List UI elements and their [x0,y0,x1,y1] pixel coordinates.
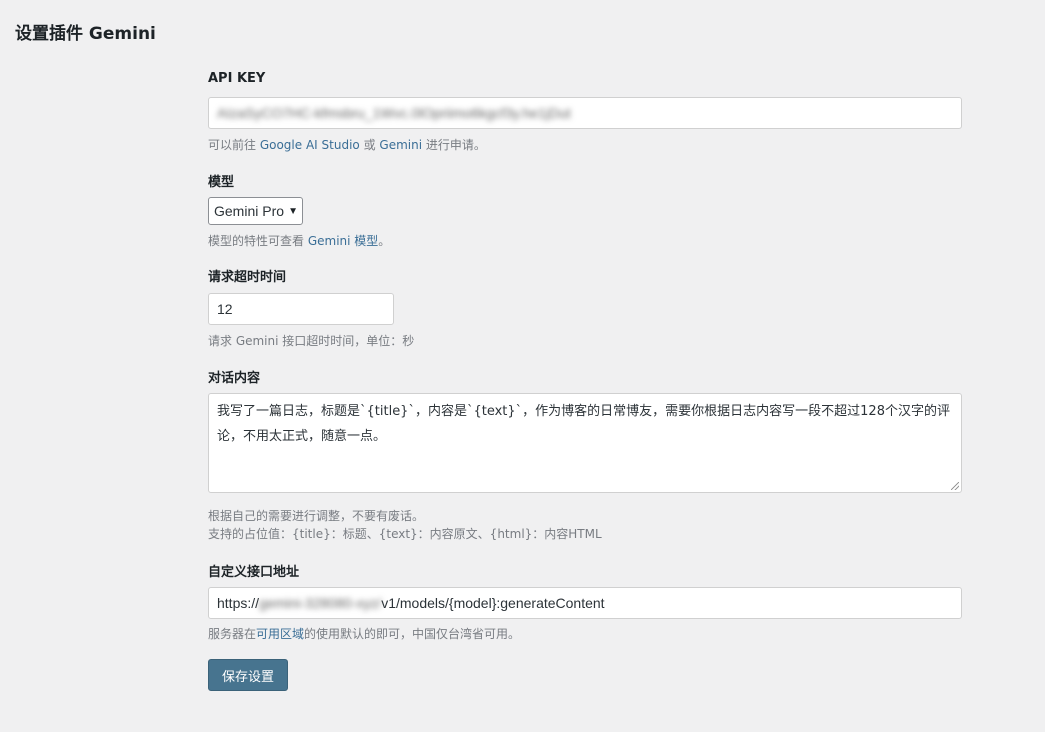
api-key-label: API KEY [208,71,266,86]
api-key-value: AIzaSyCO7HC-kfmsbru_1Wvc.0lOpriimo6kgcf3… [217,105,571,121]
timeout-description: 请求 Gemini 接口超时时间，单位：秒 [208,334,415,348]
gemini-link[interactable]: Gemini [379,138,422,152]
prompt-placeholders-description: 支持的占位值：{title}：标题、{text}：内容原文、{html}：内容H… [208,527,602,541]
model-select[interactable]: Gemini Pro ▼ [208,197,303,225]
timeout-input[interactable]: 12 [208,293,394,325]
prompt-description: 根据自己的需要进行调整，不要有废话。 [208,509,425,523]
resize-handle-icon[interactable] [951,482,959,490]
api-key-description: 可以前往 Google AI Studio 或 Gemini 进行申请。 [208,138,486,152]
timeout-label: 请求超时时间 [208,270,287,285]
available-regions-link[interactable]: 可用区域 [256,627,304,641]
save-settings-button[interactable]: 保存设置 [208,659,288,691]
prompt-textarea[interactable]: 我写了一篇日志，标题是`{title}`，内容是`{text}`，作为博客的日常… [208,393,962,493]
google-ai-studio-link[interactable]: Google AI Studio [260,138,360,152]
endpoint-label: 自定义接口地址 [208,565,300,580]
prompt-value: 我写了一篇日志，标题是`{title}`，内容是`{text}`，作为博客的日常… [217,404,950,444]
endpoint-description: 服务器在可用区域的使用默认的即可，中国仅台湾省可用。 [208,627,521,641]
timeout-value: 12 [217,301,233,317]
chevron-down-icon: ▼ [288,205,298,217]
model-label: 模型 [208,175,235,190]
prompt-label: 对话内容 [208,371,261,386]
model-select-value: Gemini Pro [214,203,285,219]
endpoint-masked-host: gemini-328080-xyz/ [259,595,382,611]
gemini-models-link[interactable]: Gemini 模型 [308,234,378,248]
page-title: 设置插件 Gemini [15,24,156,44]
endpoint-input[interactable]: https://gemini-328080-xyz/v1/models/{mod… [208,587,962,619]
api-key-input[interactable]: AIzaSyCO7HC-kfmsbru_1Wvc.0lOpriimo6kgcf3… [208,97,962,129]
model-description: 模型的特性可查看 Gemini 模型。 [208,234,391,248]
